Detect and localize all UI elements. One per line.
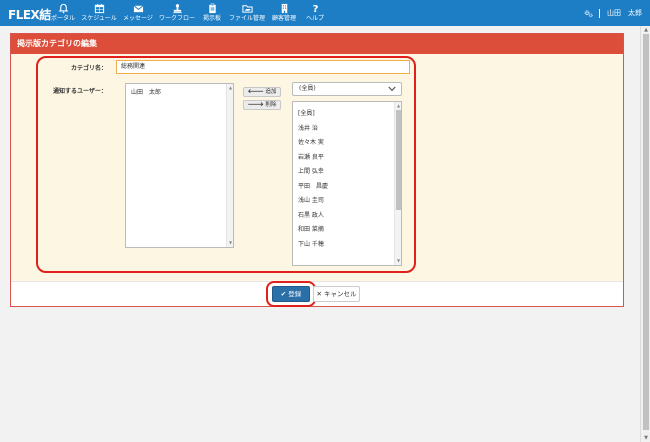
envelope-icon	[133, 5, 143, 13]
nav-portal[interactable]: ポータル	[48, 0, 78, 26]
clipboard-icon	[208, 3, 216, 14]
top-navigation-bar: FLEX結 ポータル スケジュール メッセージ ワークフロー 掲示板 ファイル管…	[0, 0, 650, 26]
nav-message[interactable]: メッセージ	[120, 0, 156, 26]
page-scrollbar[interactable]: ▲ ▼	[640, 26, 650, 442]
folder-icon	[241, 5, 253, 13]
panel-title: 掲示版カテゴリの編集	[11, 34, 623, 54]
building-icon	[281, 3, 287, 14]
scroll-up-arrow-icon[interactable]: ▲	[643, 27, 649, 33]
nav-label: ポータル	[50, 15, 75, 22]
nav-customers[interactable]: 顧客管理	[268, 0, 300, 26]
scrollbar-thumb[interactable]	[643, 34, 649, 430]
nav-label: ワークフロー	[158, 15, 195, 22]
nav-schedule[interactable]: スケジュール	[78, 0, 120, 26]
nav-help[interactable]: ? ヘルプ	[300, 0, 330, 26]
user-menu[interactable]: 山田 太郎	[584, 8, 642, 18]
nav-label: ファイル管理	[228, 15, 265, 22]
user-name: 山田 太郎	[607, 9, 642, 17]
bell-icon	[58, 3, 68, 14]
save-highlight-ring	[266, 281, 316, 307]
close-icon: ✕	[316, 290, 322, 298]
main-nav: ポータル スケジュール メッセージ ワークフロー 掲示板 ファイル管理 顧客管理…	[48, 0, 330, 26]
cancel-button-label: キャンセル	[324, 290, 357, 298]
svg-text:?: ?	[312, 4, 318, 14]
nav-label: スケジュール	[81, 15, 117, 22]
calendar-icon	[94, 3, 104, 14]
question-icon: ?	[312, 4, 318, 14]
app-logo[interactable]: FLEX結	[8, 6, 51, 23]
nav-label: 掲示板	[202, 15, 221, 22]
nav-label: メッセージ	[123, 15, 153, 22]
divider-bar-icon	[599, 8, 600, 18]
form-highlight-ring	[36, 56, 416, 273]
nav-files[interactable]: ファイル管理	[226, 0, 268, 26]
nav-label: ヘルプ	[305, 15, 324, 22]
nav-bulletin[interactable]: 掲示板	[198, 0, 226, 26]
nav-workflow[interactable]: ワークフロー	[156, 0, 198, 26]
nav-label: 顧客管理	[271, 15, 296, 22]
cancel-button[interactable]: ✕ キャンセル	[313, 286, 360, 302]
scroll-down-arrow-icon[interactable]: ▼	[643, 435, 649, 441]
stamp-icon	[172, 4, 182, 14]
gears-icon[interactable]	[584, 9, 593, 18]
